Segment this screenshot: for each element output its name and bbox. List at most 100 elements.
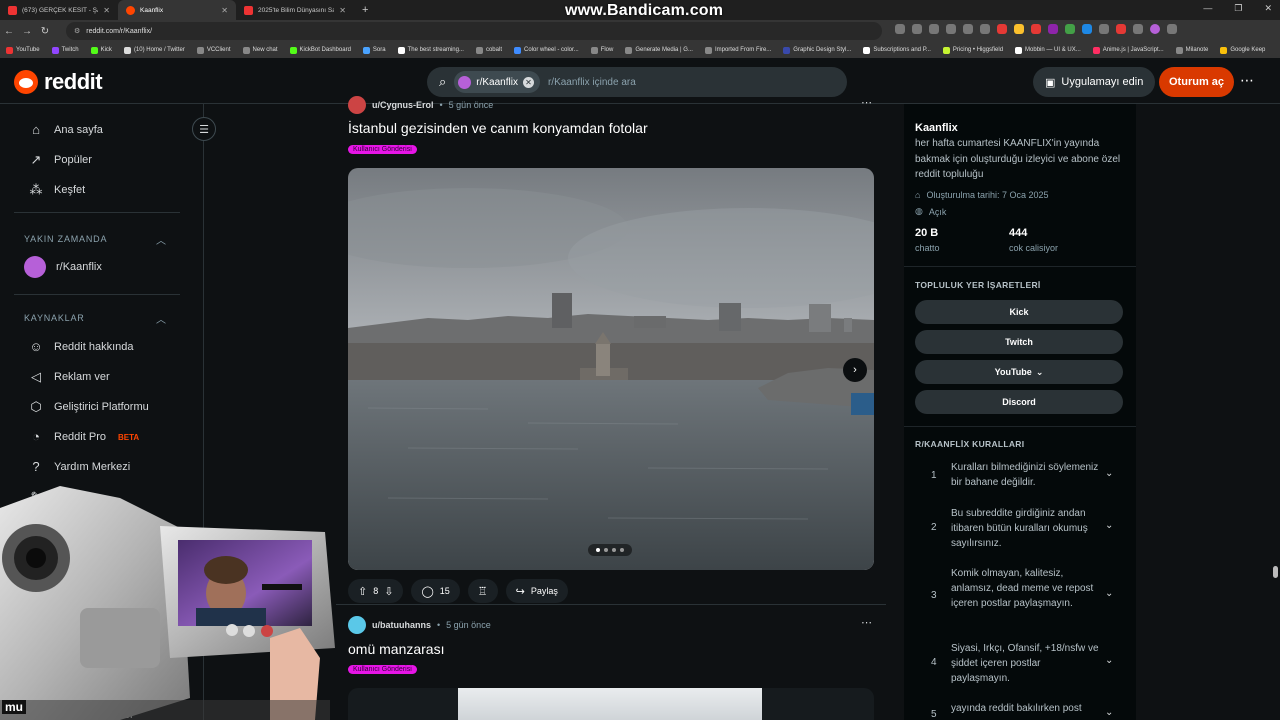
kick-link-button[interactable]: Kick <box>915 300 1123 324</box>
forward-icon[interactable]: → <box>18 26 36 37</box>
zoom-icon[interactable] <box>912 24 922 34</box>
reddit-logo[interactable]: reddit <box>14 69 103 95</box>
close-window-icon[interactable]: ✕ <box>1264 3 1272 14</box>
recent-section-title[interactable]: YAKIN ZAMANDA <box>24 234 107 244</box>
back-icon[interactable]: ← <box>0 26 18 37</box>
chevron-down-icon[interactable]: ⌄ <box>1105 588 1113 599</box>
install-icon[interactable] <box>929 24 939 34</box>
bookmark-item[interactable]: Anime.js | JavaScript... <box>1092 46 1164 54</box>
share-icon[interactable] <box>963 24 973 34</box>
reload-icon[interactable]: ↻ <box>36 26 54 37</box>
close-tab-icon[interactable]: ✕ <box>103 6 110 15</box>
extension-icon[interactable] <box>1116 24 1126 34</box>
get-app-button[interactable]: ▣ Uygulamayı edin <box>1033 67 1156 97</box>
search-input[interactable]: r/Kaanflix içinde ara <box>548 77 636 88</box>
minimize-icon[interactable]: — <box>1203 3 1212 14</box>
maximize-icon[interactable]: ❐ <box>1234 3 1242 14</box>
clear-chip-icon[interactable]: ✕ <box>522 76 534 88</box>
next-image-button[interactable]: › <box>843 358 867 382</box>
login-button[interactable]: Oturum aç <box>1159 67 1235 97</box>
browser-tab[interactable]: 2025'te Bilim Dünyasını Sarsan✕ <box>236 0 354 20</box>
discord-link-button[interactable]: Discord <box>915 390 1123 414</box>
extension-icon[interactable] <box>997 24 1007 34</box>
post-title[interactable]: İstanbul gezisinden ve canım konyamdan f… <box>348 120 648 136</box>
chevron-down-icon[interactable]: ⌄ <box>1105 520 1113 531</box>
twitch-link-button[interactable]: Twitch <box>915 330 1123 354</box>
bookmark-item[interactable]: cobalt <box>475 46 502 54</box>
extension-icon[interactable] <box>1065 24 1075 34</box>
post-image[interactable] <box>348 168 874 570</box>
bookmark-item[interactable]: New chat <box>242 46 278 54</box>
user-avatar[interactable] <box>348 616 366 634</box>
comments-button[interactable]: ◯ 15 <box>411 579 460 603</box>
pager-dot[interactable] <box>620 548 624 552</box>
bookmark-item[interactable]: Subscriptions and P... <box>863 46 931 54</box>
community-search-chip[interactable]: r/Kaanflix ✕ <box>454 71 540 93</box>
bookmark-item[interactable]: Imported From Fire... <box>704 46 771 54</box>
bookmark-item[interactable]: (10) Home / Twitter <box>123 46 185 54</box>
chevron-down-icon[interactable]: ⌄ <box>1105 707 1113 718</box>
new-tab-button[interactable]: + <box>354 4 376 16</box>
extensions-menu-icon[interactable] <box>1133 24 1143 34</box>
chevron-up-icon[interactable]: ︿ <box>156 232 166 247</box>
scrollbar-thumb[interactable] <box>1273 566 1278 578</box>
post-flair[interactable]: Kullanıcı Gönderisi <box>348 145 417 154</box>
sidebar-item-reddit-pro[interactable]: ◔ Reddit Pro BETA <box>28 429 139 445</box>
upvote-icon[interactable]: ⇧ <box>358 585 367 598</box>
post-image[interactable] <box>348 688 874 720</box>
chevron-down-icon[interactable]: ⌄ <box>1105 655 1113 666</box>
extension-icon[interactable] <box>1014 24 1024 34</box>
extension-icon[interactable] <box>1048 24 1058 34</box>
share-button[interactable]: ↪ Paylaş <box>505 579 568 603</box>
bookmark-item[interactable]: VCClient <box>196 46 231 54</box>
address-bar[interactable]: ⚙ reddit.com/r/Kaanflix/ <box>66 22 882 40</box>
more-options-icon[interactable]: ⋯ <box>1240 72 1254 89</box>
post-options-icon[interactable]: ⋯ <box>861 616 872 629</box>
sidebar-item-developer[interactable]: ⬡ Geliştirici Platformu <box>28 399 148 415</box>
bookmark-item[interactable]: Pricing • Higgsfield <box>942 46 1003 54</box>
award-button[interactable]: ♖ <box>467 579 498 603</box>
sidebar-item-privacy[interactable]: ▤ Gizlilik Politikası <box>28 707 133 720</box>
youtube-link-button[interactable]: YouTube ⌄ <box>915 360 1123 384</box>
bookmark-item[interactable]: YouTube <box>6 46 40 54</box>
bookmark-item[interactable]: Flow <box>590 46 613 54</box>
extension-icon[interactable] <box>1031 24 1041 34</box>
translate-icon[interactable] <box>895 24 905 34</box>
user-avatar[interactable] <box>348 96 366 114</box>
post-options-icon[interactable]: ⋯ <box>861 96 872 109</box>
chevron-down-icon[interactable]: ⌄ <box>1105 468 1113 479</box>
post-author[interactable]: u/Cygnus-Erol <box>372 100 434 110</box>
sidebar-item-rules[interactable]: it Kuralları <box>62 677 112 689</box>
close-tab-icon[interactable]: ✕ <box>221 6 228 15</box>
password-icon[interactable] <box>946 24 956 34</box>
sidebar-item-blog[interactable]: ✎ Blog <box>28 489 76 505</box>
sidebar-item-help[interactable]: ? Yardım Merkezi <box>28 459 130 475</box>
pager-dot[interactable] <box>612 548 616 552</box>
bookmark-item[interactable]: Sora <box>362 46 386 54</box>
collapse-sidebar-button[interactable]: ☰ <box>192 117 216 141</box>
sidebar-item-popular[interactable]: ↗ Popüler <box>28 152 92 168</box>
bookmark-item[interactable]: Graphic Design Styl... <box>783 46 851 54</box>
sidebar-item-advertise[interactable]: ◁ Reklam ver <box>28 369 110 385</box>
bookmark-item[interactable]: Google Keep <box>1220 46 1265 54</box>
chevron-up-icon[interactable]: ︿ <box>156 311 166 326</box>
bookmark-item[interactable]: Generate Media | G... <box>625 46 693 54</box>
browser-menu-icon[interactable] <box>1167 24 1177 34</box>
browser-tab-active[interactable]: Kaanflix ✕ <box>118 0 236 20</box>
post-flair[interactable]: Kullanıcı Gönderisi <box>348 665 417 674</box>
star-icon[interactable] <box>980 24 990 34</box>
bookmark-item[interactable]: Mobbin — UI & UX... <box>1015 46 1081 54</box>
sidebar-item-about[interactable]: ☺ Reddit hakkında <box>28 339 133 355</box>
browser-tab[interactable]: (673) GERÇEK KESİT - ŞARKICI✕ <box>0 0 118 20</box>
bookmark-item[interactable]: Kick <box>90 46 112 54</box>
bookmark-item[interactable]: Twitch <box>51 46 79 54</box>
post-author[interactable]: u/batuuhanns <box>372 620 431 630</box>
close-tab-icon[interactable]: ✕ <box>339 6 346 15</box>
post-title[interactable]: omü manzarası <box>348 641 444 657</box>
profile-avatar[interactable] <box>1150 24 1160 34</box>
sidebar-item-home[interactable]: ⌂ Ana sayfa <box>28 122 103 138</box>
bookmark-item[interactable]: KickBot Dashboard <box>289 46 351 54</box>
search-bar[interactable]: ⌕ r/Kaanflix ✕ r/Kaanflix içinde ara <box>427 67 847 97</box>
sidebar-item-explore[interactable]: ⁂ Keşfet <box>28 182 86 198</box>
sidebar-item-kaanflix[interactable]: r/Kaanflix <box>24 256 102 278</box>
